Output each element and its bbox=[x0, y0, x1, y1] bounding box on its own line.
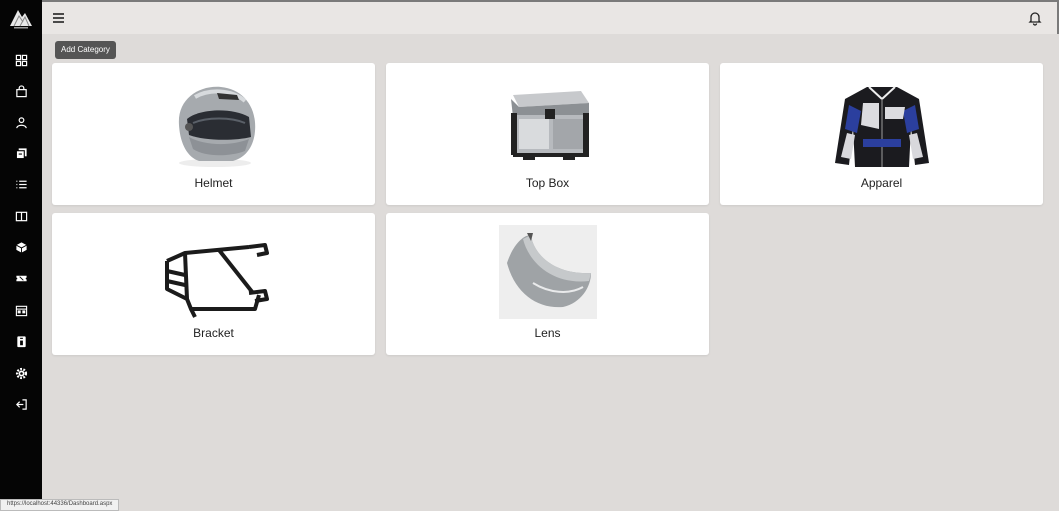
sidebar-item-settings[interactable] bbox=[12, 364, 30, 382]
sidebar bbox=[0, 0, 42, 511]
mountain-logo-icon[interactable] bbox=[8, 4, 34, 30]
sidebar-item-ticket[interactable] bbox=[12, 269, 30, 287]
settings-icon bbox=[15, 367, 27, 379]
logout-icon bbox=[15, 398, 27, 410]
user-icon bbox=[15, 116, 27, 128]
sidebar-item-list[interactable] bbox=[12, 175, 30, 193]
add-category-button[interactable]: Add Category bbox=[55, 41, 116, 59]
ticket-icon bbox=[15, 275, 27, 281]
category-label: Apparel bbox=[860, 176, 903, 190]
lens-visor-image bbox=[498, 225, 597, 319]
sidebar-item-book[interactable] bbox=[12, 207, 30, 225]
category-card-bracket[interactable]: Bracket bbox=[52, 213, 375, 355]
category-label: Lens bbox=[534, 326, 561, 340]
sidebar-item-logout[interactable] bbox=[12, 395, 30, 413]
sidebar-item-badge[interactable] bbox=[12, 332, 30, 350]
category-label: Bracket bbox=[193, 326, 234, 340]
calendar-icon bbox=[15, 305, 27, 316]
category-card-apparel[interactable]: Apparel bbox=[720, 63, 1043, 205]
category-card-lens[interactable]: Lens bbox=[386, 213, 709, 355]
top-bar bbox=[42, 0, 1059, 34]
book-open-icon bbox=[15, 211, 27, 221]
hamburger-menu-icon[interactable] bbox=[52, 10, 68, 26]
top-box-image bbox=[510, 91, 589, 160]
category-label: Top Box bbox=[525, 176, 570, 190]
cube-icon bbox=[15, 241, 27, 253]
sidebar-item-product[interactable] bbox=[12, 238, 30, 256]
bracket-image bbox=[164, 243, 269, 318]
list-icon bbox=[15, 180, 27, 188]
sidebar-item-copy[interactable] bbox=[12, 144, 30, 162]
sidebar-item-shop[interactable] bbox=[12, 82, 30, 100]
sidebar-item-dashboard[interactable] bbox=[12, 51, 30, 69]
helmet-image bbox=[178, 86, 255, 167]
category-label: Helmet bbox=[194, 176, 233, 190]
sidebar-item-calendar[interactable] bbox=[12, 301, 30, 319]
category-card-top-box[interactable]: Top Box bbox=[386, 63, 709, 205]
id-badge-icon bbox=[16, 335, 26, 347]
dashboard-grid-icon bbox=[15, 54, 27, 66]
copy-stack-icon bbox=[15, 147, 27, 159]
shopping-bag-icon bbox=[15, 84, 27, 97]
category-card-helmet[interactable]: Helmet bbox=[52, 63, 375, 205]
apparel-jacket-image bbox=[834, 86, 929, 167]
sidebar-item-user[interactable] bbox=[12, 113, 30, 131]
bell-icon[interactable] bbox=[1027, 10, 1043, 26]
status-bar-url: https://localhost:44336/Dashboard.aspx bbox=[0, 499, 120, 511]
